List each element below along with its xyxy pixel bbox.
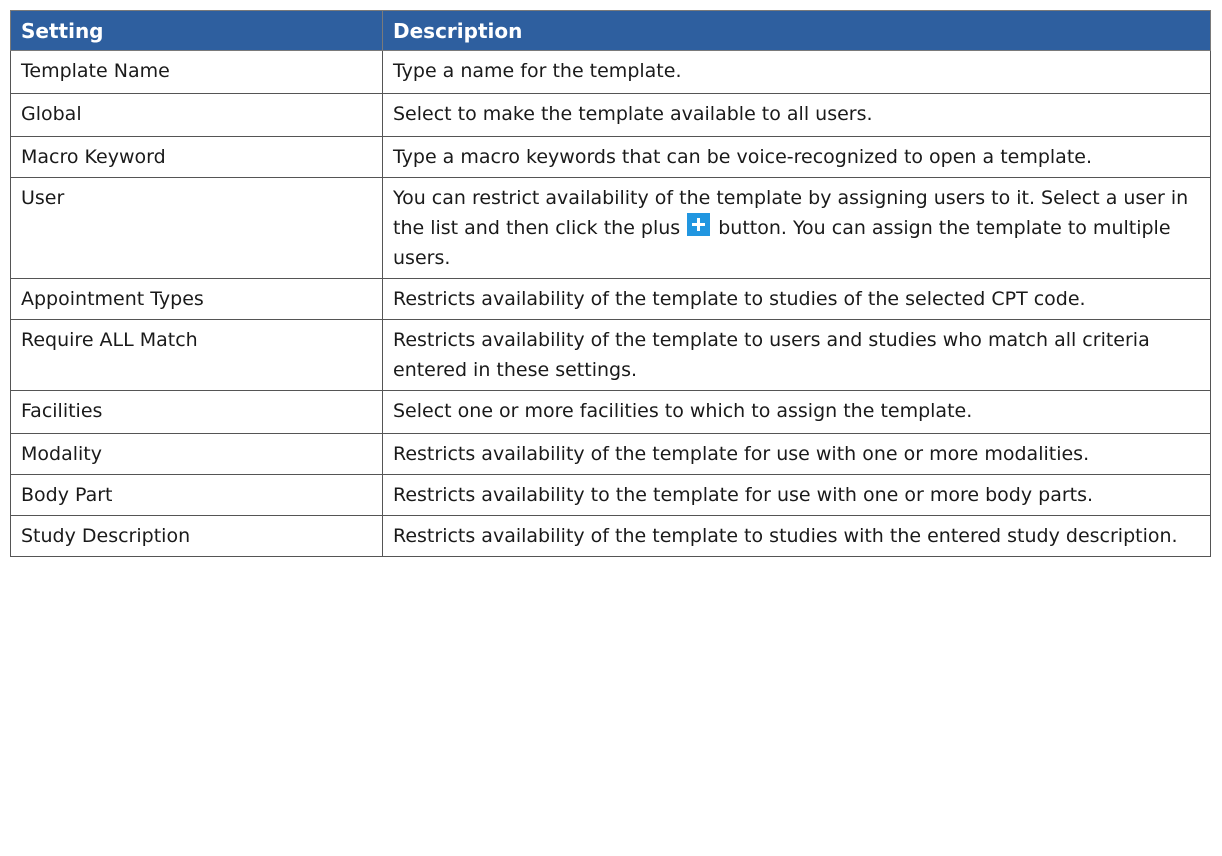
setting-cell: Modality	[10, 433, 383, 475]
description-cell: Restricts availability of the template t…	[382, 278, 1211, 320]
description-cell: Restricts availability of the template t…	[382, 515, 1211, 557]
table-row: Macro Keyword Type a macro keywords that…	[10, 136, 1211, 178]
setting-cell: Macro Keyword	[10, 136, 383, 178]
description-cell: Type a name for the template.	[382, 50, 1211, 94]
description-cell: Select one or more facilities to which t…	[382, 390, 1211, 434]
description-cell: Restricts availability to the template f…	[382, 474, 1211, 516]
description-cell: You can restrict availability of the tem…	[382, 177, 1211, 279]
setting-cell: Global	[10, 93, 383, 137]
setting-cell: Study Description	[10, 515, 383, 557]
description-cell: Select to make the template available to…	[382, 93, 1211, 137]
table-row: User You can restrict availability of th…	[10, 177, 1211, 279]
description-cell: Type a macro keywords that can be voice-…	[382, 136, 1211, 178]
setting-cell: User	[10, 177, 383, 279]
table-row: Appointment Types Restricts availability…	[10, 278, 1211, 320]
settings-table: Setting Description Template Name Type a…	[10, 10, 1211, 557]
table-row: Template Name Type a name for the templa…	[10, 50, 1211, 94]
setting-cell: Facilities	[10, 390, 383, 434]
setting-cell: Require ALL Match	[10, 319, 383, 391]
setting-cell: Body Part	[10, 474, 383, 516]
table-row: Facilities Select one or more facilities…	[10, 390, 1211, 434]
table-row: Global Select to make the template avail…	[10, 93, 1211, 137]
table-row: Study Description Restricts availability…	[10, 515, 1211, 557]
plus-icon	[687, 213, 711, 236]
description-column-header: Description	[382, 10, 1211, 51]
setting-cell: Template Name	[10, 50, 383, 94]
table-row: Require ALL Match Restricts availability…	[10, 319, 1211, 391]
table-header-row: Setting Description	[10, 10, 1211, 51]
table-row: Body Part Restricts availability to the …	[10, 474, 1211, 516]
setting-column-header: Setting	[10, 10, 383, 51]
description-cell: Restricts availability of the template t…	[382, 319, 1211, 391]
table-row: Modality Restricts availability of the t…	[10, 433, 1211, 475]
setting-cell: Appointment Types	[10, 278, 383, 320]
description-cell: Restricts availability of the template f…	[382, 433, 1211, 475]
